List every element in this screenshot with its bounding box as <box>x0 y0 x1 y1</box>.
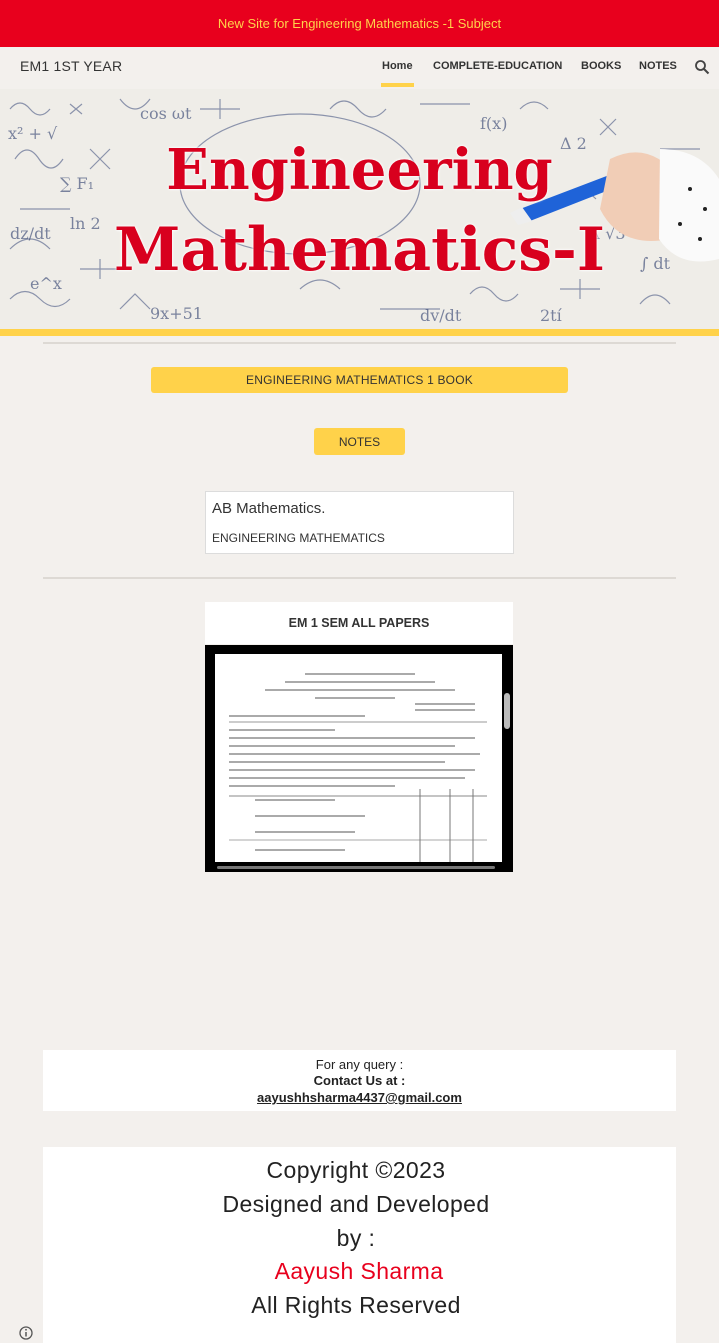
by-text: by : <box>336 1225 376 1251</box>
svg-text:9x+51: 9x+51 <box>150 304 203 323</box>
document-page-preview <box>215 654 502 862</box>
viewer-scrollbar[interactable] <box>504 693 510 729</box>
info-icon[interactable] <box>19 1326 33 1340</box>
card-title: AB Mathematics. <box>212 500 326 517</box>
hero-title-line2: Mathematics-I <box>114 215 605 285</box>
ab-mathematics-card[interactable]: AB Mathematics. ENGINEERING MATHEMATICS <box>205 491 514 554</box>
rights-reserved-text: All Rights Reserved <box>251 1292 461 1318</box>
svg-text:f(x): f(x) <box>480 114 507 133</box>
nav-complete-education[interactable]: COMPLETE-EDUCATION <box>433 60 562 72</box>
author-name: Aayush Sharma <box>274 1258 444 1284</box>
svg-text:cos ωt: cos ωt <box>140 104 192 123</box>
site-title[interactable]: EM1 1ST YEAR <box>20 58 122 74</box>
section-divider <box>43 577 676 579</box>
papers-document-viewer[interactable] <box>205 645 513 872</box>
svg-text:2tí: 2tí <box>540 306 563 325</box>
contact-label: Contact Us at : <box>313 1073 406 1088</box>
viewer-horizontal-scrollbar[interactable] <box>217 866 495 869</box>
contact-email-link[interactable]: aayushhsharma4437@gmail.com <box>43 1090 676 1105</box>
nav-books[interactable]: BOOKS <box>581 60 621 72</box>
svg-text:dv/dt: dv/dt <box>420 306 462 325</box>
announcement-banner: New Site for Engineering Mathematics -1 … <box>0 0 719 47</box>
notes-button[interactable]: NOTES <box>314 428 405 455</box>
engineering-mathematics-book-button[interactable]: ENGINEERING MATHEMATICS 1 BOOK <box>151 367 568 393</box>
copyright-text: Copyright ©2023 <box>266 1157 446 1183</box>
papers-embed-title: EM 1 SEM ALL PAPERS <box>205 602 513 644</box>
hero-banner: x² + √∑ F₁dz/dt ln 2e^xcos ωt Δ 2μλ √3 ∫… <box>0 89 719 329</box>
contact-query-text: For any query : <box>315 1057 404 1072</box>
designed-by-text: Designed and Developed <box>222 1191 490 1217</box>
top-navigation: EM1 1ST YEAR Home COMPLETE-EDUCATION BOO… <box>0 47 719 90</box>
nav-home[interactable]: Home <box>381 60 414 87</box>
search-icon[interactable] <box>694 59 710 75</box>
nav-notes[interactable]: NOTES <box>639 60 677 72</box>
contact-section: For any query : Contact Us at : aayushhs… <box>43 1050 676 1111</box>
announcement-text: New Site for Engineering Mathematics -1 … <box>217 16 502 31</box>
footer-section: Copyright ©2023 Designed and Developed b… <box>43 1147 676 1343</box>
math-formula-background: x² + √∑ F₁dz/dt ln 2e^xcos ωt Δ 2μλ √3 ∫… <box>8 98 719 325</box>
hero-title-line1: Engineering <box>166 137 553 203</box>
card-subtitle: ENGINEERING MATHEMATICS <box>212 531 385 545</box>
section-divider <box>43 342 676 344</box>
hero-accent-bar <box>0 329 719 336</box>
scanned-exam-paper-image <box>229 673 487 862</box>
